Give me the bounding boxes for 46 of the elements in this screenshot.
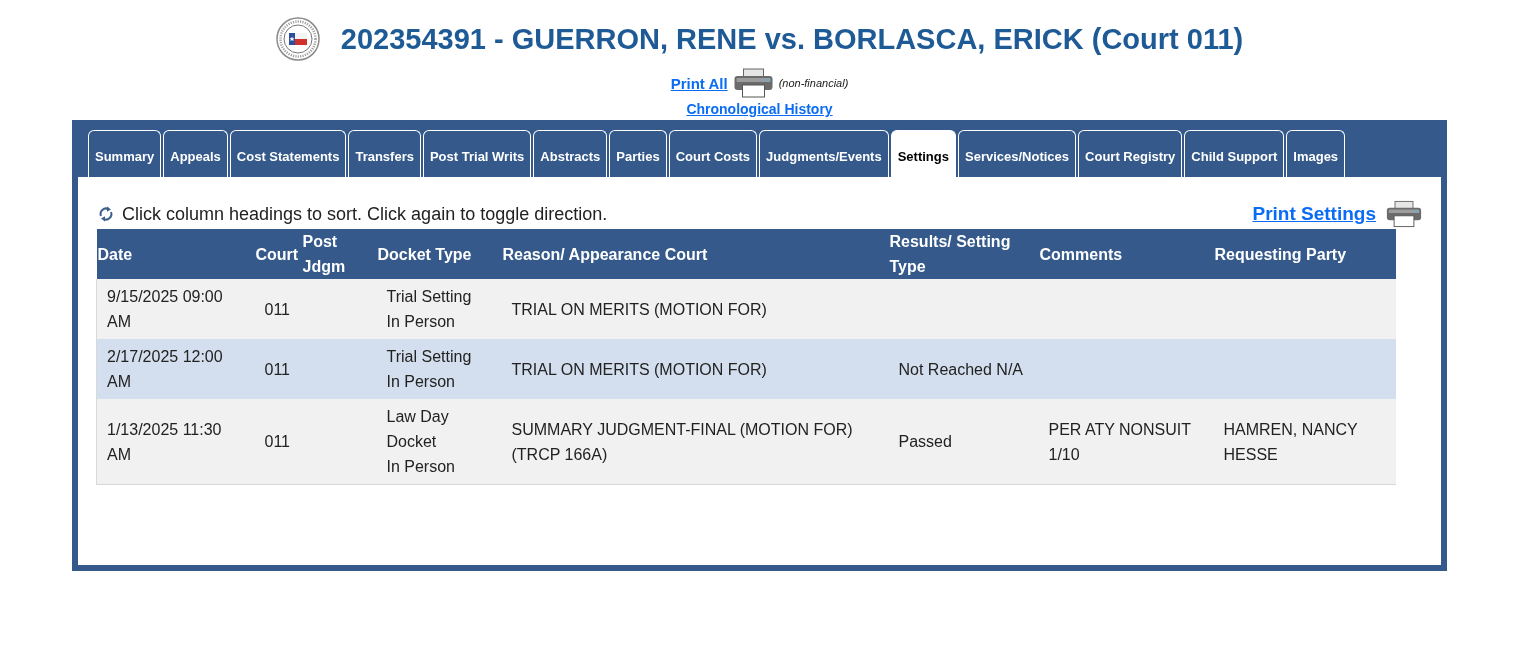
comments-cell: PER ATY NONSUIT 1/10 <box>1038 399 1214 485</box>
tab[interactable]: Child Support <box>1184 130 1285 177</box>
column-header[interactable]: Date <box>96 229 255 279</box>
print-all-link[interactable]: Print All <box>670 74 728 92</box>
tab[interactable]: Summary <box>88 130 162 177</box>
printer-icon[interactable] <box>732 68 774 98</box>
case-title: 202354391 - GUERRON, RENE vs. BORLASCA, ERICK (Court 011) <box>340 22 1244 57</box>
docket-type-cell: Trial Setting In Person <box>376 279 502 339</box>
docket-type-cell: Trial Setting In Person <box>376 339 502 399</box>
tab[interactable]: Court Registry <box>1078 130 1183 177</box>
print-settings-link[interactable]: Print Settings <box>1252 203 1376 225</box>
tab[interactable]: Images <box>1286 130 1346 177</box>
column-header[interactable]: Requesting Party <box>1213 229 1396 279</box>
court-cell: 011 <box>254 279 302 339</box>
column-header[interactable]: Comments <box>1038 229 1214 279</box>
column-header[interactable]: Docket Type <box>376 229 502 279</box>
reason-cell: SUMMARY JUDGMENT-FINAL (MOTION FOR) (TRCP 166A) <box>501 399 889 485</box>
reason-cell: TRIAL ON MERITS (MOTION FOR) <box>501 279 889 339</box>
tab[interactable]: Parties <box>609 130 667 177</box>
court-cell: 011 <box>254 399 302 485</box>
requesting-party-cell: HAMREN, NANCY HESSE <box>1213 399 1396 485</box>
seal-icon <box>275 17 320 61</box>
sort-hint: Click column headings to sort. Click again to toggle direction. <box>122 203 608 225</box>
tab[interactable]: Services/Notices <box>958 130 1077 177</box>
tab[interactable]: Appeals <box>163 130 228 177</box>
reason-cell: TRIAL ON MERITS (MOTION FOR) <box>501 339 889 399</box>
column-header[interactable]: Reason/ Appearance Court <box>501 229 889 279</box>
tab[interactable]: Post Trial Writs <box>422 130 532 177</box>
tab[interactable]: Court Costs <box>668 130 758 177</box>
tab[interactable]: Cost Statements <box>229 130 347 177</box>
date-cell: 1/13/2025 11:30 AM <box>96 399 255 485</box>
result-cell: Not Reached N/A <box>888 339 1039 399</box>
tab[interactable]: Abstracts <box>533 130 608 177</box>
chronological-history-link[interactable]: Chronological History <box>686 100 833 118</box>
print-note: (non-financial) <box>778 77 849 89</box>
refresh-icon <box>98 206 114 222</box>
tab[interactable]: Judgments/Events <box>759 130 889 177</box>
column-header[interactable]: Results/ Setting Type <box>888 229 1039 279</box>
column-header[interactable]: Court <box>254 229 302 279</box>
tab[interactable]: Transfers <box>348 130 421 177</box>
column-header[interactable]: Post Jdgm <box>301 229 377 279</box>
result-cell: Passed <box>888 399 1039 485</box>
docket-type-cell: Law Day Docket In Person <box>376 399 502 485</box>
court-cell: 011 <box>254 339 302 399</box>
printer-icon[interactable] <box>1386 199 1422 229</box>
tab[interactable]: Settings <box>890 130 956 177</box>
